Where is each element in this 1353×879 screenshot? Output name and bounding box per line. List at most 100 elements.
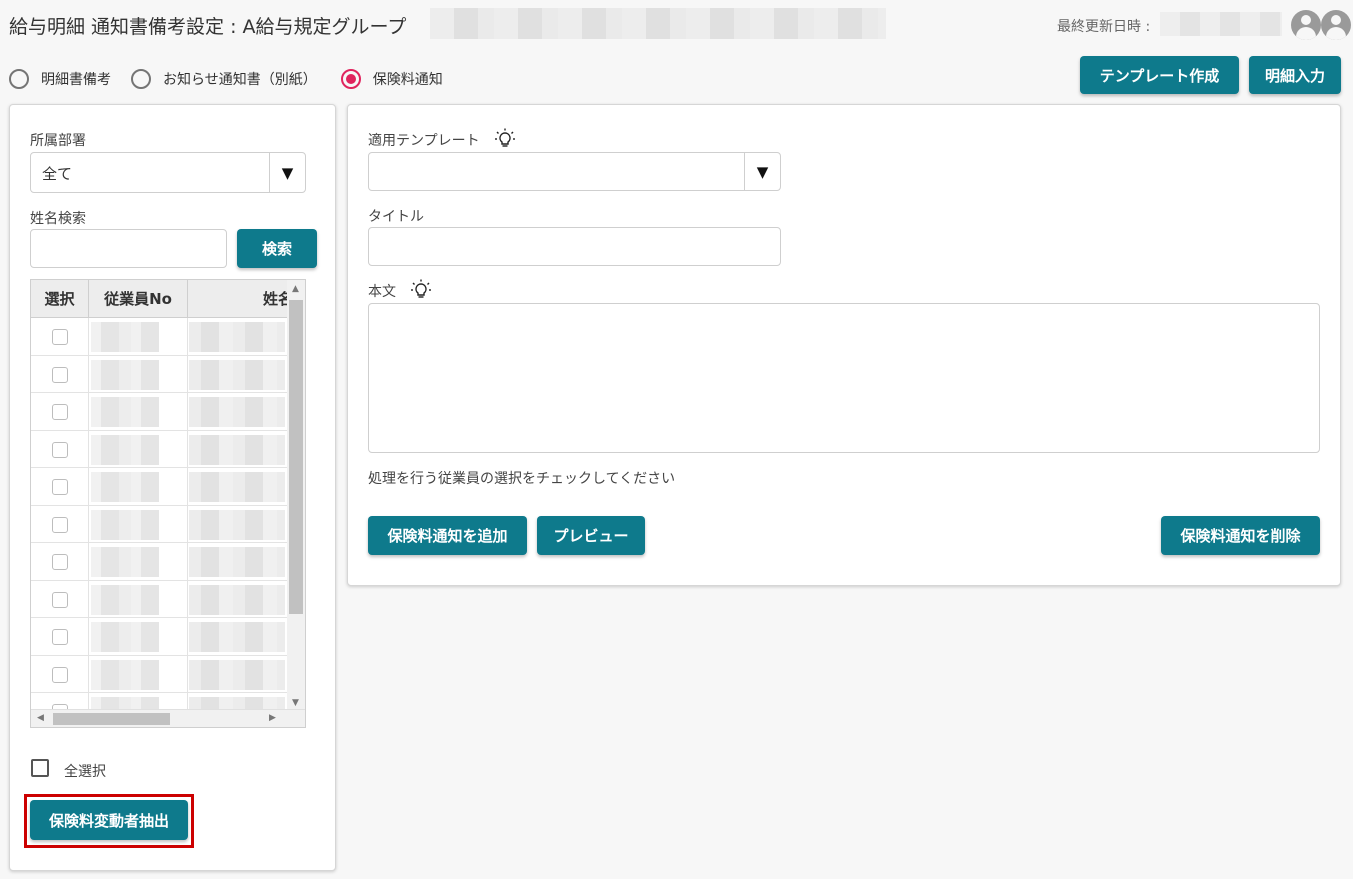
row-select-checkbox[interactable] — [52, 329, 68, 345]
column-divider — [88, 393, 89, 430]
name-search-label: 姓名検索 — [30, 211, 86, 227]
body-textarea[interactable] — [368, 303, 1320, 453]
search-button[interactable]: 検索 — [237, 229, 317, 268]
column-divider — [187, 318, 188, 355]
row-select-checkbox[interactable] — [52, 404, 68, 420]
name-search-input[interactable] — [30, 229, 227, 268]
radio-meisai-biko[interactable]: 明細書備考 — [9, 69, 111, 89]
column-divider — [187, 543, 188, 580]
redacted-updated-datetime — [1160, 12, 1282, 36]
column-divider — [88, 543, 89, 580]
preview-button[interactable]: プレビュー — [537, 516, 645, 555]
redacted-employee-name — [189, 659, 285, 690]
redacted-employee-no — [91, 322, 159, 352]
redacted-employee-no — [91, 659, 159, 690]
redacted-employee-no — [91, 434, 159, 465]
radio-label: お知らせ通知書（別紙） — [163, 72, 317, 88]
row-select-checkbox[interactable] — [52, 554, 68, 570]
radio-circle-icon — [131, 69, 151, 89]
table-row[interactable] — [31, 430, 287, 468]
column-header-select[interactable]: 選択 — [31, 280, 89, 318]
template-label: 適用テンプレート — [368, 128, 516, 150]
table-row[interactable] — [31, 393, 287, 431]
redacted-employee-name — [189, 322, 285, 352]
last-updated-label: 最終更新日時 : — [1057, 19, 1151, 35]
table-row[interactable] — [31, 355, 287, 393]
dropdown-arrow-icon[interactable]: ▼ — [744, 153, 780, 190]
scroll-left-icon[interactable]: ◀ — [37, 713, 44, 723]
redacted-employee-name — [189, 397, 285, 427]
radio-checked-icon — [340, 69, 361, 89]
column-divider — [187, 655, 188, 692]
delete-insurance-notice-button[interactable]: 保険料通知を削除 — [1161, 516, 1320, 555]
select-all-label: 全選択 — [64, 764, 106, 780]
table-row[interactable] — [31, 505, 287, 543]
table-row[interactable] — [31, 468, 287, 506]
column-divider — [88, 505, 89, 542]
vertical-scrollbar[interactable]: ▲ ▼ — [287, 280, 305, 710]
row-select-checkbox[interactable] — [52, 666, 68, 683]
horizontal-scrollbar[interactable]: ◀ ▶ — [31, 709, 305, 727]
column-header-employee-no[interactable]: 従業員No — [89, 280, 188, 318]
table-row[interactable] — [31, 318, 287, 356]
row-select-checkbox[interactable] — [52, 366, 68, 383]
scroll-right-icon[interactable]: ▶ — [269, 713, 276, 723]
radio-hokenryo-tsuchi[interactable]: 保険料通知 — [340, 69, 443, 89]
title-label: タイトル — [368, 209, 424, 225]
scroll-down-icon[interactable]: ▼ — [292, 698, 299, 708]
table-row[interactable] — [31, 618, 287, 656]
scroll-up-icon[interactable]: ▲ — [292, 284, 299, 294]
body-label-text: 本文 — [368, 284, 396, 300]
redacted-group-name — [430, 8, 886, 39]
template-create-button[interactable]: テンプレート作成 — [1080, 56, 1239, 94]
radio-circle-icon — [9, 69, 29, 89]
user-avatar-icon[interactable] — [1291, 10, 1321, 40]
column-divider — [88, 618, 89, 655]
user-avatar-icon-2[interactable] — [1321, 10, 1351, 40]
lightbulb-icon[interactable] — [410, 279, 432, 301]
detail-input-button[interactable]: 明細入力 — [1249, 56, 1341, 94]
redacted-employee-no — [91, 622, 159, 652]
instruction-text: 処理を行う従業員の選択をチェックしてください — [368, 471, 676, 487]
department-label: 所属部署 — [30, 133, 86, 149]
redacted-employee-no — [91, 359, 159, 390]
radio-oshirase-tsuchisho[interactable]: お知らせ通知書（別紙） — [131, 69, 317, 89]
column-divider — [187, 393, 188, 430]
redacted-employee-no — [91, 509, 159, 540]
redacted-employee-no — [91, 584, 159, 615]
vertical-scroll-thumb[interactable] — [289, 300, 303, 614]
radio-label: 保険料通知 — [372, 72, 443, 88]
insurance-change-extract-button[interactable]: 保険料変動者抽出 — [30, 800, 188, 840]
row-select-checkbox[interactable] — [52, 441, 68, 458]
column-divider — [187, 430, 188, 467]
column-divider — [187, 355, 188, 392]
column-divider — [187, 468, 188, 505]
select-all-checkbox[interactable] — [31, 759, 49, 777]
column-divider — [88, 655, 89, 692]
table-row[interactable] — [31, 580, 287, 618]
add-insurance-notice-button[interactable]: 保険料通知を追加 — [368, 516, 527, 555]
column-header-name[interactable]: 姓名 — [188, 280, 288, 318]
lightbulb-icon[interactable] — [494, 128, 516, 150]
row-select-checkbox[interactable] — [52, 516, 68, 533]
redacted-employee-name — [189, 434, 285, 465]
redacted-employee-name — [189, 359, 285, 390]
table-row[interactable] — [31, 543, 287, 581]
title-input[interactable] — [368, 227, 781, 266]
page-title: 給与明細 通知書備考設定 : A給与規定グループ — [9, 16, 407, 38]
redacted-employee-name — [189, 547, 285, 577]
column-divider — [88, 318, 89, 355]
department-select[interactable]: 全て ▼ — [30, 152, 306, 193]
employee-table: 選択 従業員No 姓名 ▲ ▼ ◀ ▶ — [30, 279, 306, 728]
dropdown-arrow-icon[interactable]: ▼ — [269, 153, 305, 192]
table-row[interactable] — [31, 655, 287, 693]
mode-radio-group: 明細書備考 お知らせ通知書（別紙） 保険料通知 — [9, 69, 463, 89]
column-divider — [88, 580, 89, 617]
row-select-checkbox[interactable] — [52, 479, 68, 495]
row-select-checkbox[interactable] — [52, 591, 68, 608]
row-select-checkbox[interactable] — [52, 629, 68, 645]
horizontal-scroll-thumb[interactable] — [53, 713, 170, 725]
redacted-employee-name — [189, 584, 285, 615]
radio-label: 明細書備考 — [41, 72, 111, 88]
template-select[interactable]: ▼ — [368, 152, 781, 191]
